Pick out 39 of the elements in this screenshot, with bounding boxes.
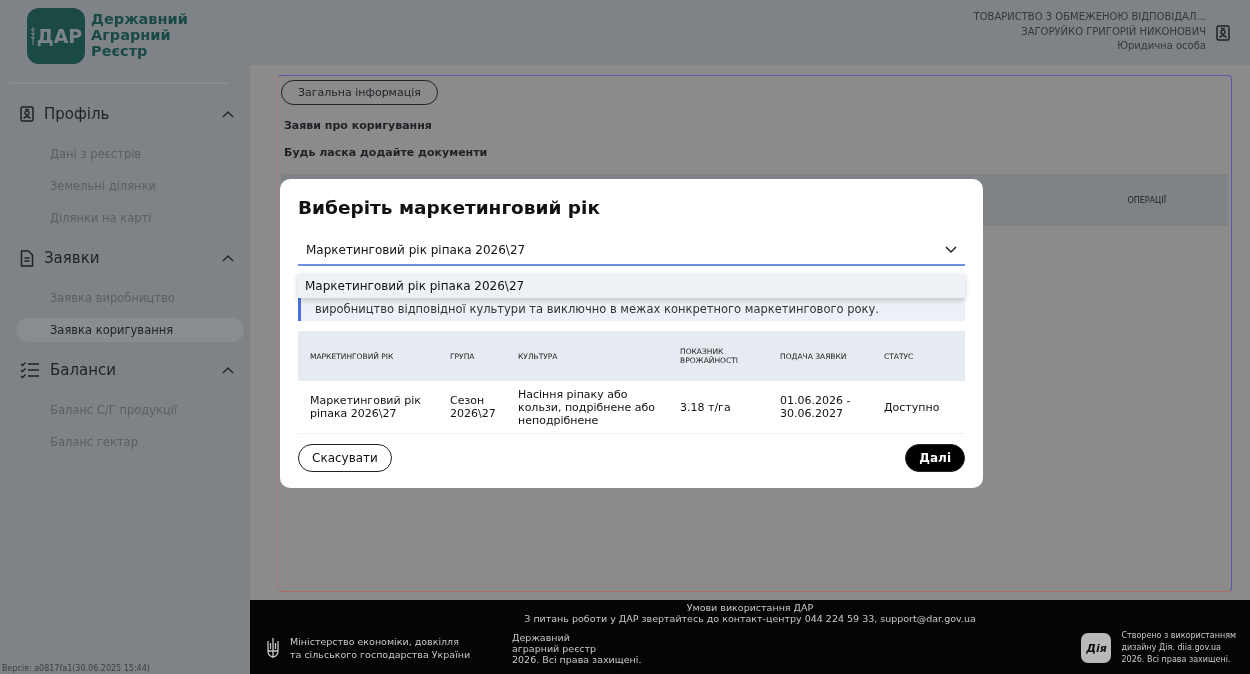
diia-logo: Дія bbox=[1081, 633, 1112, 663]
next-button[interactable]: Далі bbox=[905, 444, 965, 472]
badge-icon bbox=[20, 106, 34, 122]
table-cell: Сезон 2026\27 bbox=[438, 381, 506, 434]
chevron-up-icon[interactable] bbox=[222, 110, 234, 118]
user-info-text: Юридична особа bbox=[1116, 39, 1206, 53]
marketing-year-select[interactable]: Маркетинговий рік ріпака 2026\27 bbox=[298, 236, 965, 266]
table-cell: 3.18 т/га bbox=[668, 381, 768, 434]
sidebar-item[interactable]: Заявка коригування bbox=[16, 318, 244, 342]
table-cell: Доступно bbox=[872, 381, 965, 434]
logo-title: Державний Аграрний Реєстр bbox=[91, 11, 188, 59]
section-heading: Заяви про коригування bbox=[284, 119, 433, 132]
user-info-text: ТОВАРИСТВО З ОБМЕЖЕНОЮ ВІДПОВІДАЛ... bbox=[973, 10, 1206, 24]
instruction-text: Будь ласка додайте документи bbox=[284, 146, 489, 159]
dropdown-option[interactable]: Маркетинговий рік ріпака 2026\27 bbox=[298, 274, 965, 298]
user-info-text: ЗАГОРУЙКО ГРИГОРІЙ НИКОНОВИЧ bbox=[1020, 24, 1206, 39]
trident-emblem-icon bbox=[266, 637, 280, 659]
section-title[interactable]: Заявки bbox=[44, 249, 212, 267]
table-cell: Маркетинговий рік ріпака 2026\27 bbox=[298, 381, 438, 434]
chevron-up-icon[interactable] bbox=[222, 366, 234, 374]
account-icon bbox=[1216, 25, 1230, 41]
logo-text: ДАР bbox=[36, 25, 83, 47]
ministry-text: Міністерство економіки, довкілля та сільського господарства України bbox=[290, 635, 472, 661]
checklist-icon bbox=[20, 361, 40, 379]
column-header: ОПЕРАЦІЇ bbox=[1127, 195, 1166, 205]
copyright-text: Державний аграрний реєстр 2026. Всі права захищені. bbox=[512, 631, 643, 665]
cancel-button[interactable]: Скасувати bbox=[298, 444, 392, 472]
table-cell: 01.06.2026 - 30.06.2027 bbox=[768, 381, 872, 434]
section-title[interactable]: Профіль bbox=[44, 105, 212, 123]
table-cell: Насіння ріпаку або кользи, подрібнене або неподрібнене bbox=[506, 381, 668, 434]
contact-text: З питань роботи у ДАР звертайтесь до контакт-центру 044 224 59 33, support@dar.gov.ua bbox=[523, 613, 977, 624]
wheat-icon bbox=[29, 26, 36, 46]
document-icon bbox=[20, 249, 34, 267]
terms-link[interactable]: Умови використання ДАР bbox=[250, 602, 1250, 613]
chevron-up-icon[interactable] bbox=[222, 254, 234, 262]
section-title[interactable]: Баланси bbox=[50, 361, 212, 379]
modal-title: Виберіть маркетинговий рік bbox=[298, 197, 601, 218]
version-text: Версія: a0817fa1(30.06.2025 15:44) bbox=[2, 664, 150, 673]
credit-text: Створено з використанням дизайну Дія. diia.gov.ua 2026. Всі права захищені. bbox=[1121, 630, 1236, 666]
